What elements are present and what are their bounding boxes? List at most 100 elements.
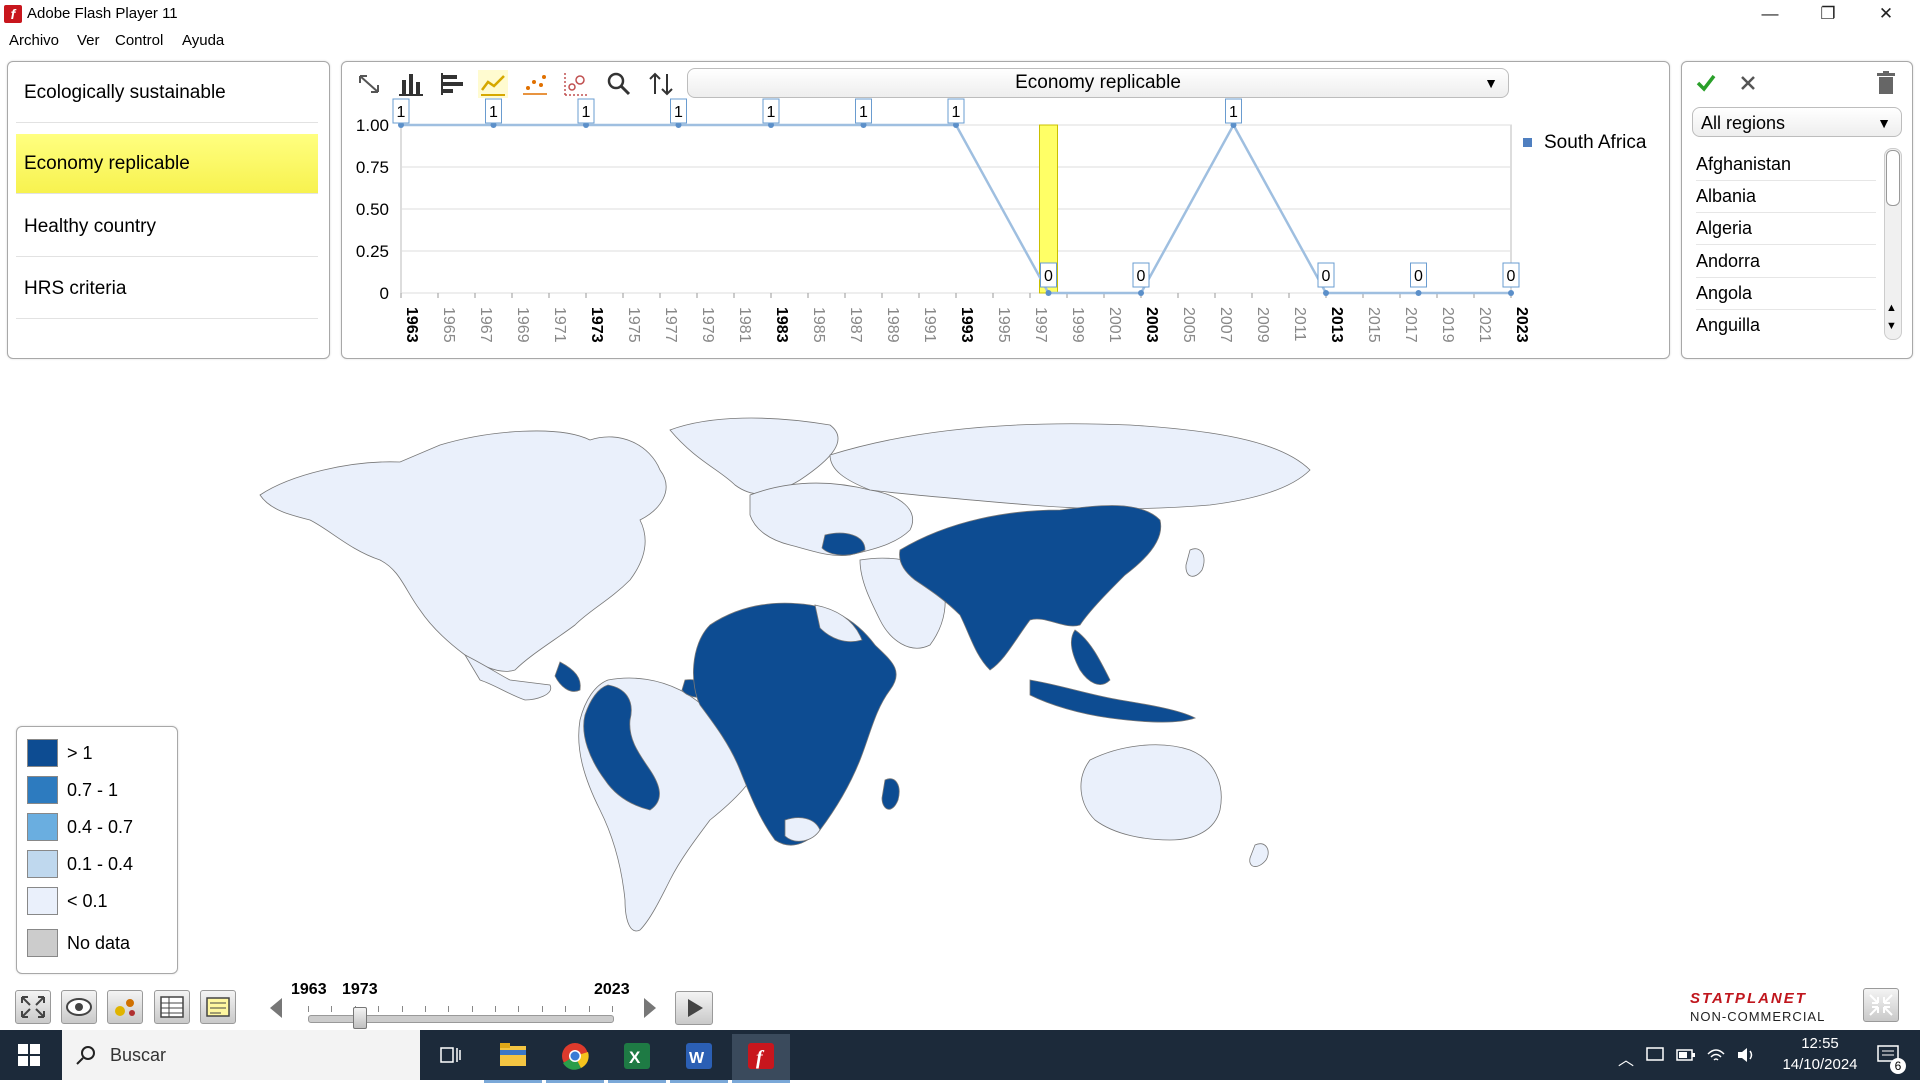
windows-start-icon[interactable] [18, 1044, 40, 1066]
table-button[interactable] [154, 990, 190, 1024]
close-button[interactable]: ✕ [1858, 0, 1914, 30]
play-button[interactable] [675, 991, 713, 1025]
legend-marker [1523, 138, 1532, 147]
x-tick-label: 1973 [588, 307, 605, 343]
legend-swatch-no-data [27, 929, 58, 957]
timeline-end-label: 2023 [594, 981, 630, 998]
x-tick-label: 1991 [921, 307, 938, 343]
taskbar-flash-player[interactable]: f [732, 1034, 790, 1083]
zoom-icon[interactable] [604, 70, 634, 98]
chevron-down-icon: ▼ [1484, 75, 1498, 91]
menu-ayuda[interactable]: Ayuda [182, 32, 224, 49]
timeline-start-label: 1963 [291, 981, 327, 998]
excel-icon: X [624, 1043, 650, 1069]
trash-icon[interactable] [1876, 71, 1896, 95]
menu-control[interactable]: Control [115, 32, 163, 49]
map-madagascar-highlight [881, 778, 900, 810]
scroll-up-icon[interactable]: ▲ [1886, 302, 1897, 314]
x-tick-label: 1977 [662, 307, 679, 343]
timeline-tick [565, 1006, 567, 1012]
world-map[interactable] [230, 400, 1650, 960]
map-russia [829, 423, 1311, 510]
bubbles-icon [115, 999, 135, 1016]
taskbar-chrome[interactable] [546, 1034, 604, 1083]
menu-archivo[interactable]: Archivo [9, 32, 59, 49]
window-title: Adobe Flash Player 11 [27, 5, 178, 22]
tray-chevron-up-icon[interactable]: ︿ [1618, 1046, 1634, 1070]
svg-text:X: X [629, 1048, 641, 1067]
scatter-icon[interactable] [520, 70, 550, 98]
taskbar-file-explorer[interactable] [484, 1034, 542, 1083]
minimize-button[interactable]: — [1742, 0, 1798, 30]
clock-time[interactable]: 12:55 [1790, 1035, 1850, 1052]
region-dropdown[interactable]: All regions ▼ [1692, 107, 1902, 137]
fullscreen-icon[interactable] [354, 70, 384, 98]
legend-label-0.4-0.7: 0.4 - 0.7 [67, 817, 134, 837]
sort-icon[interactable] [646, 70, 676, 98]
play-icon [688, 999, 703, 1017]
table-icon [160, 996, 184, 1018]
bar-chart-icon[interactable] [396, 70, 426, 98]
timeline-tick [378, 1006, 380, 1012]
scroll-down-icon[interactable]: ▼ [1886, 320, 1897, 332]
country-item-albania[interactable]: Albania [1696, 180, 1876, 213]
taskbar-search-placeholder: Buscar [110, 1045, 167, 1065]
data-point [1323, 290, 1329, 296]
legend-swatch-0.7-1 [27, 776, 58, 804]
timeline-previous-icon[interactable] [266, 995, 286, 1021]
bubbles-button[interactable] [107, 990, 143, 1024]
indicator-healthy-country[interactable]: Healthy country [16, 197, 318, 257]
country-item-angola[interactable]: Angola [1696, 277, 1876, 310]
network-status-icon[interactable] [1645, 1046, 1665, 1064]
flash-logo-icon: f [4, 5, 22, 23]
menu-ver[interactable]: Ver [77, 32, 100, 49]
expand-icon [21, 996, 45, 1018]
map-new-zealand [1249, 843, 1269, 867]
x-tick-label: 2003 [1143, 307, 1160, 343]
x-tick-label: 2023 [1513, 307, 1530, 343]
country-item-afghanistan[interactable]: Afghanistan [1696, 148, 1876, 181]
check-icon[interactable] [1695, 72, 1717, 94]
view-button[interactable] [61, 990, 97, 1024]
country-item-anguilla[interactable]: Anguilla [1696, 309, 1876, 341]
task-view-icon[interactable] [438, 1044, 462, 1066]
taskbar-word[interactable]: W [670, 1034, 728, 1083]
country-item-andorra[interactable]: Andorra [1696, 245, 1876, 278]
title-bar [0, 0, 1920, 30]
data-label: 0 [1322, 268, 1331, 285]
chrome-icon [562, 1043, 589, 1070]
bubble-icon[interactable] [562, 70, 592, 98]
x-tick-label: 1983 [773, 307, 790, 343]
taskbar-excel[interactable]: X [608, 1034, 666, 1083]
line-chart-icon[interactable] [478, 70, 508, 98]
wifi-icon[interactable] [1706, 1046, 1726, 1064]
restore-button[interactable]: ❐ [1800, 0, 1856, 30]
legend-label-0.1-0.4: 0.1 - 0.4 [67, 854, 134, 874]
indicator-economy-replicable[interactable]: Economy replicable [16, 134, 318, 194]
clear-icon[interactable] [1739, 74, 1757, 92]
country-item-algeria[interactable]: Algeria [1696, 212, 1876, 245]
horizontal-bar-icon[interactable] [437, 70, 467, 98]
indicator-ecologically-sustainable[interactable]: Ecologically sustainable [16, 63, 318, 123]
indicator-hrs-criteria[interactable]: HRS criteria [16, 259, 318, 319]
data-label: 1 [952, 104, 961, 121]
scrollbar-thumb[interactable] [1886, 150, 1900, 206]
indicator-dropdown[interactable]: Economy replicable ▼ [687, 68, 1509, 98]
x-tick-label: 2009 [1254, 307, 1271, 343]
statplanet-logo: STATPLANET [1690, 990, 1807, 1007]
notes-button[interactable] [200, 990, 236, 1024]
flash-icon: f [748, 1043, 774, 1069]
y-tick-label: 0.25 [356, 242, 389, 261]
volume-icon[interactable] [1736, 1046, 1756, 1064]
timeline-thumb[interactable] [352, 1007, 367, 1029]
legend-label-no-data: No data [67, 933, 131, 953]
timeline-tick [588, 1006, 590, 1012]
battery-icon[interactable] [1676, 1048, 1696, 1062]
clock-date[interactable]: 14/10/2024 [1768, 1056, 1872, 1073]
timeline-next-icon[interactable] [640, 995, 660, 1021]
fullscreen-map-button[interactable] [15, 990, 51, 1024]
non-commercial-label: NON-COMMERCIAL [1690, 1009, 1826, 1024]
y-tick-label: 0.50 [356, 200, 389, 219]
minimize-view-button[interactable] [1863, 988, 1899, 1022]
search-icon [76, 1046, 95, 1065]
